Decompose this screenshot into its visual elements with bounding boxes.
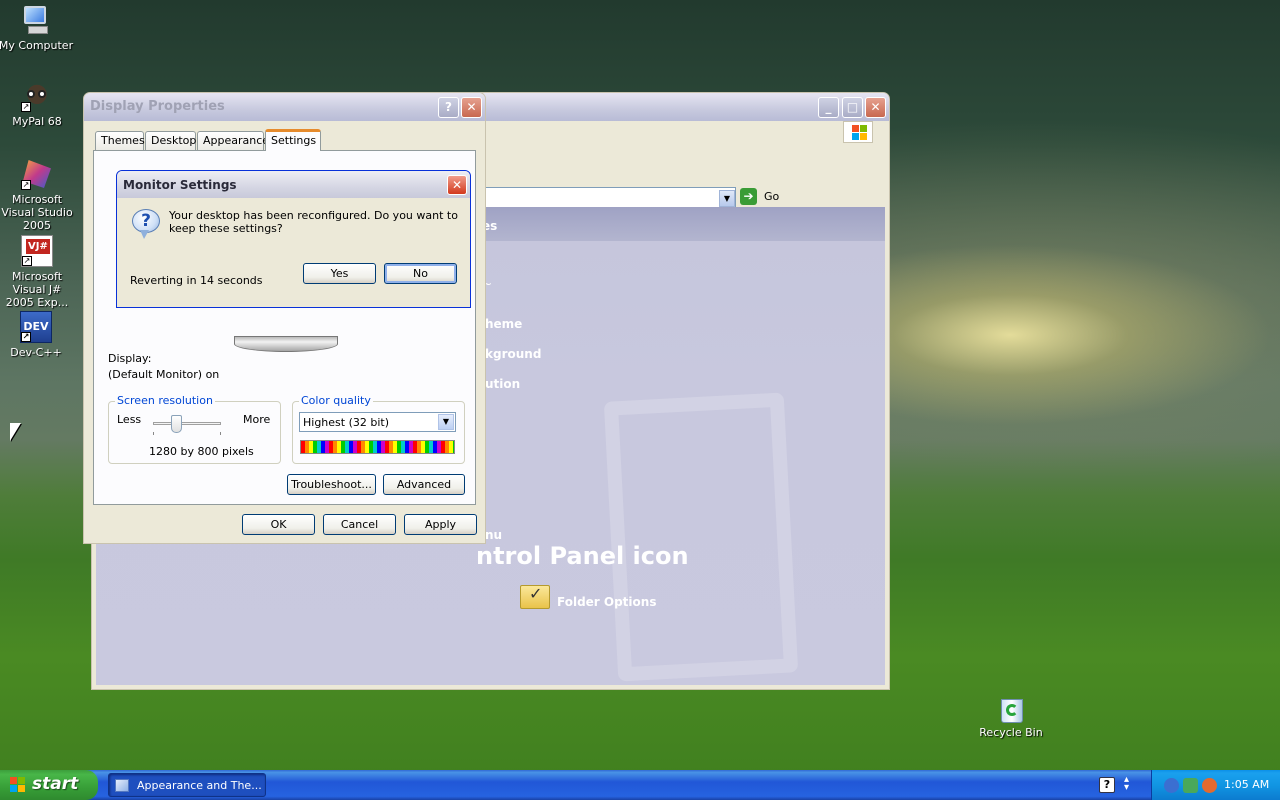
- monitor-stand-icon: [234, 336, 338, 352]
- slider-ticks: [153, 432, 221, 435]
- display-value: (Default Monitor) on: [108, 368, 220, 381]
- desktop-icon-label: My Computer: [0, 39, 74, 52]
- mypal-icon: ↗: [21, 80, 53, 112]
- group-title: Screen resolution: [115, 394, 215, 407]
- task-link-menu[interactable]: nu: [485, 528, 502, 542]
- color-quality-select[interactable]: Highest (32 bit) ▼: [299, 412, 456, 432]
- tab-themes[interactable]: Themes: [95, 131, 145, 150]
- pick-icon-heading: ntrol Panel icon: [476, 542, 689, 570]
- computer-icon: [20, 4, 52, 36]
- resolution-slider-thumb[interactable]: [171, 415, 182, 433]
- maximize-button[interactable]: □: [842, 97, 863, 118]
- color-quality-value: Highest (32 bit): [303, 416, 390, 429]
- window-title: Display Properties: [84, 93, 485, 121]
- recycle-bin-icon: [999, 695, 1023, 723]
- dev-cpp-icon: DEV ↗: [20, 311, 52, 343]
- display-label: Display:: [108, 352, 152, 365]
- revert-countdown: Reverting in 14 seconds: [130, 274, 263, 287]
- monitor-settings-dialog[interactable]: Monitor Settings ✕ ? Your desktop has be…: [116, 170, 471, 308]
- group-title: Color quality: [299, 394, 373, 407]
- desktop-icon-label: MyPal 68: [12, 115, 62, 128]
- cancel-button[interactable]: Cancel: [323, 514, 396, 535]
- chevron-down-icon[interactable]: ▼: [438, 414, 454, 430]
- watermark-icon: [603, 392, 799, 682]
- more-label: More: [243, 413, 271, 426]
- yes-button[interactable]: Yes: [303, 263, 376, 284]
- taskbar-item-label: Appearance and The...: [137, 779, 262, 792]
- desktop-icon-label: Recycle Bin: [979, 726, 1043, 739]
- resolution-slider-track[interactable]: [153, 422, 221, 425]
- desktop-icon-label: Microsoft Visual Studio 2005: [1, 193, 73, 232]
- taskbar: start Appearance and The... 1:05 AM: [0, 770, 1280, 800]
- taskbar-arrows-icon[interactable]: ▴ ▾: [1124, 775, 1129, 793]
- windows-logo-icon: [843, 121, 873, 143]
- close-button[interactable]: ✕: [461, 97, 482, 118]
- visual-studio-icon: ↗: [21, 158, 53, 190]
- close-button[interactable]: ✕: [865, 97, 886, 118]
- color-quality-group: Color quality Highest (32 bit) ▼: [292, 394, 465, 464]
- help-icon[interactable]: ?: [1099, 777, 1115, 793]
- desktop-icon-mypal[interactable]: ↗ MyPal 68: [0, 80, 75, 128]
- task-link-resolution[interactable]: ution: [485, 377, 520, 391]
- task-link-background[interactable]: kground: [485, 347, 541, 361]
- folder-options-icon[interactable]: [520, 584, 550, 609]
- tab-appearance[interactable]: Appearance: [197, 131, 269, 150]
- visual-j-sharp-icon: VJ# ↗: [21, 235, 53, 267]
- chevron-down-icon[interactable]: ▼: [719, 190, 735, 207]
- info-icon[interactable]: [1164, 778, 1179, 793]
- dialog-body: ? Your desktop has been reconfigured. Do…: [120, 198, 467, 304]
- mouse-cursor-icon: [10, 423, 21, 441]
- close-button[interactable]: ✕: [447, 175, 467, 195]
- help-button[interactable]: ?: [438, 97, 459, 118]
- ok-button[interactable]: OK: [242, 514, 315, 535]
- resolution-value: 1280 by 800 pixels: [149, 445, 254, 458]
- folder-options-link[interactable]: Folder Options: [557, 595, 656, 609]
- advanced-button[interactable]: Advanced: [383, 474, 465, 495]
- dialog-title: Monitor Settings: [117, 171, 470, 198]
- desktop-icon-visual-j-sharp[interactable]: VJ# ↗ Microsoft Visual J# 2005 Exp...: [0, 235, 75, 309]
- system-tray: 1:05 AM: [1151, 770, 1280, 800]
- desktop-icon-visual-studio[interactable]: ↗ Microsoft Visual Studio 2005: [0, 158, 75, 232]
- control-panel-icon: [115, 779, 129, 792]
- tab-settings[interactable]: Settings: [265, 129, 321, 151]
- question-icon: ?: [132, 209, 160, 239]
- start-button[interactable]: start: [0, 770, 98, 800]
- desktop-icon-dev-cpp[interactable]: DEV ↗ Dev-C++: [0, 311, 74, 359]
- troubleshoot-button[interactable]: Troubleshoot...: [287, 474, 376, 495]
- go-button[interactable]: ➔ Go: [740, 187, 780, 207]
- desktop-icon-label: Microsoft Visual J# 2005 Exp...: [5, 270, 69, 309]
- desktop-icon-label: Dev-C++: [10, 346, 62, 359]
- less-label: Less: [117, 413, 142, 426]
- dialog-message: Your desktop has been reconfigured. Do y…: [169, 209, 458, 235]
- network-icon[interactable]: [1183, 778, 1198, 793]
- task-link-theme[interactable]: heme: [485, 317, 522, 331]
- desktop-icon-recycle-bin[interactable]: Recycle Bin: [973, 695, 1049, 739]
- color-spectrum-bar: [300, 440, 455, 454]
- display-properties-window[interactable]: Display Properties ? ✕ Themes Desktop Ap…: [83, 92, 486, 544]
- clock[interactable]: 1:05 AM: [1224, 778, 1269, 791]
- desktop-icon-my-computer[interactable]: My Computer: [0, 4, 74, 52]
- tab-desktop[interactable]: Desktop: [145, 131, 196, 150]
- search-icon[interactable]: [1202, 778, 1217, 793]
- minimize-button[interactable]: _: [818, 97, 839, 118]
- go-arrow-icon: ➔: [740, 188, 757, 205]
- apply-button[interactable]: Apply: [404, 514, 477, 535]
- start-label: start: [32, 774, 79, 794]
- no-button[interactable]: No: [384, 263, 457, 284]
- windows-flag-icon: [10, 777, 27, 793]
- taskbar-item-appearance[interactable]: Appearance and The...: [108, 773, 266, 797]
- screen-resolution-group: Screen resolution Less More 1280 by 800 …: [108, 394, 281, 464]
